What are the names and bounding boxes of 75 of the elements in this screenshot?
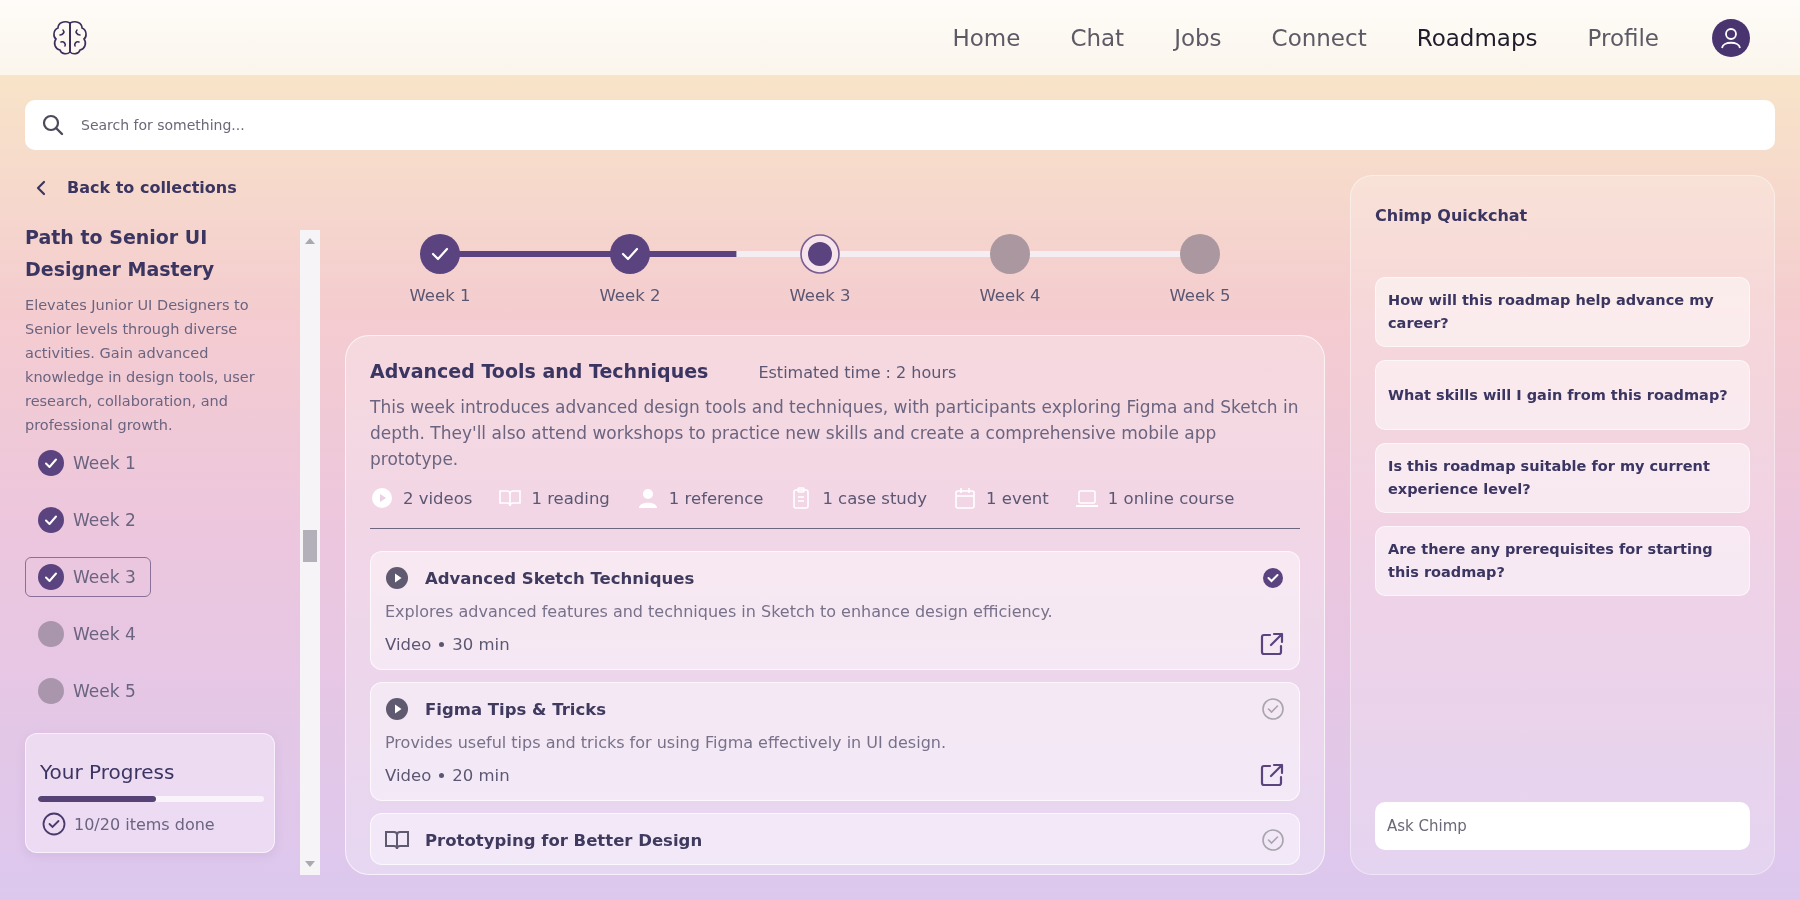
nav-link[interactable]: Profile <box>1562 24 1684 51</box>
roadmap-title: Path to Senior UI Designer Mastery <box>25 225 216 282</box>
resource-card[interactable]: Figma Tips & Tricks Provides useful tips and tricks for using Figma effectively in UI design. Video 20 min <box>370 682 1300 801</box>
week-title: Advanced Tools and Techniques <box>370 360 709 382</box>
nav-link[interactable]: Roadmaps <box>1391 24 1563 51</box>
timeline-step-marker[interactable] <box>800 234 840 274</box>
external-link-icon[interactable] <box>1259 762 1285 788</box>
week-description: This week introduces advanced design tools and techniques, with participants exploring Figma and Sketch in depth. They'll also attend workshops to practice new skills and create a comprehensive mobile app prototype. <box>370 396 1300 471</box>
suggestion-button[interactable]: Are there any prerequisites for starting this roadmap? <box>1375 526 1750 596</box>
resource-duration: 20 min <box>452 765 510 785</box>
external-link-icon[interactable] <box>1259 631 1285 657</box>
check-circle-icon[interactable] <box>1261 697 1285 721</box>
resource-title: Advanced Sketch Techniques <box>425 568 696 588</box>
week-label: Week 4 <box>73 624 136 644</box>
back-link[interactable]: Back to collections <box>25 170 275 199</box>
week-item[interactable]: Week 4 <box>25 614 151 654</box>
estimated-time: Estimated time : 2 hours <box>758 363 957 382</box>
resource-count: 2 videos <box>403 488 473 508</box>
checked-circle-icon[interactable] <box>1261 566 1285 590</box>
week-item[interactable]: Week 5 <box>25 671 151 711</box>
resource-count: 1 online course <box>1107 488 1235 508</box>
play-circle-icon <box>370 486 394 510</box>
resource-count: 1 case study <box>822 488 928 508</box>
week-item[interactable]: Week 2 <box>25 500 151 540</box>
week-item[interactable]: Week 1 <box>25 443 151 483</box>
timeline-week-label: Week 5 <box>1168 286 1232 305</box>
week-label: Week 3 <box>73 567 136 587</box>
search-field[interactable]: Search for something... <box>25 100 1775 150</box>
resource-count: 1 event <box>986 488 1049 508</box>
timeline-step-marker[interactable] <box>610 234 650 274</box>
resource-duration: 30 min <box>452 634 510 654</box>
resource-count: 1 reading <box>531 488 610 508</box>
check-circle-icon <box>42 812 66 836</box>
nav-link[interactable]: Jobs <box>1149 24 1247 51</box>
timeline-step-marker[interactable] <box>990 234 1030 274</box>
play-circle-icon <box>385 697 409 721</box>
resource-type: Video <box>385 765 432 785</box>
timeline-week-label: Week 1 <box>408 286 472 305</box>
nav-link[interactable]: Home <box>927 24 1046 51</box>
timeline-step-marker[interactable] <box>1180 234 1220 274</box>
calendar-icon <box>953 486 978 510</box>
chat-title: Chimp Quickchat <box>1375 206 1529 225</box>
resource-title: Figma Tips & Tricks <box>425 699 608 719</box>
week-label: Week 1 <box>73 453 136 473</box>
suggestion-button[interactable]: Is this roadmap suitable for my current experience level? <box>1375 443 1750 513</box>
separator-dot <box>439 772 445 778</box>
week-label: Week 5 <box>73 681 136 701</box>
scrollbar[interactable] <box>300 230 320 875</box>
week-item[interactable]: Week 3 <box>25 557 151 597</box>
resource-description: Provides useful tips and tricks for using Figma effectively in UI design. <box>385 733 947 752</box>
resource-count: 1 reference <box>668 488 764 508</box>
resource-card[interactable]: Advanced Sketch Techniques Explores advanced features and techniques in Sketch to enhance design efficiency. Video 30 min <box>370 551 1300 670</box>
timeline-week-label: Week 2 <box>598 286 662 305</box>
nav-link[interactable]: Chat <box>1045 24 1150 51</box>
open-book-icon <box>385 828 409 852</box>
separator-dot <box>439 641 445 647</box>
ask-input[interactable]: Ask Chimp <box>1375 802 1750 850</box>
progress-title: Your Progress <box>39 760 176 784</box>
resource-title: Prototyping for Better Design <box>425 830 704 850</box>
week-label: Week 2 <box>73 510 136 530</box>
play-circle-icon <box>385 566 409 590</box>
resource-card[interactable]: Prototyping for Better Design <box>370 813 1300 865</box>
avatar-icon[interactable] <box>1712 18 1750 57</box>
check-circle-icon[interactable] <box>1261 828 1285 852</box>
search-icon <box>41 113 65 137</box>
resource-description: Explores advanced features and techniques in Sketch to enhance design efficiency. <box>385 602 1054 621</box>
nav-link[interactable]: Connect <box>1246 24 1392 51</box>
suggestion-button[interactable]: How will this roadmap help advance my career? <box>1375 277 1750 347</box>
resource-type: Video <box>385 634 432 654</box>
progress-text: 10/20 items done <box>74 814 215 834</box>
roadmap-description: Elevates Junior UI Designers to Senior levels through diverse activities. Gain advanced knowledge in design tools, user research, collaboration, and professional growth. <box>25 296 256 435</box>
timeline-week-label: Week 3 <box>788 286 852 305</box>
suggestion-button[interactable]: What skills will I gain from this roadmap? <box>1375 360 1750 430</box>
timeline-step-marker[interactable] <box>420 234 460 274</box>
timeline-week-label: Week 4 <box>978 286 1042 305</box>
